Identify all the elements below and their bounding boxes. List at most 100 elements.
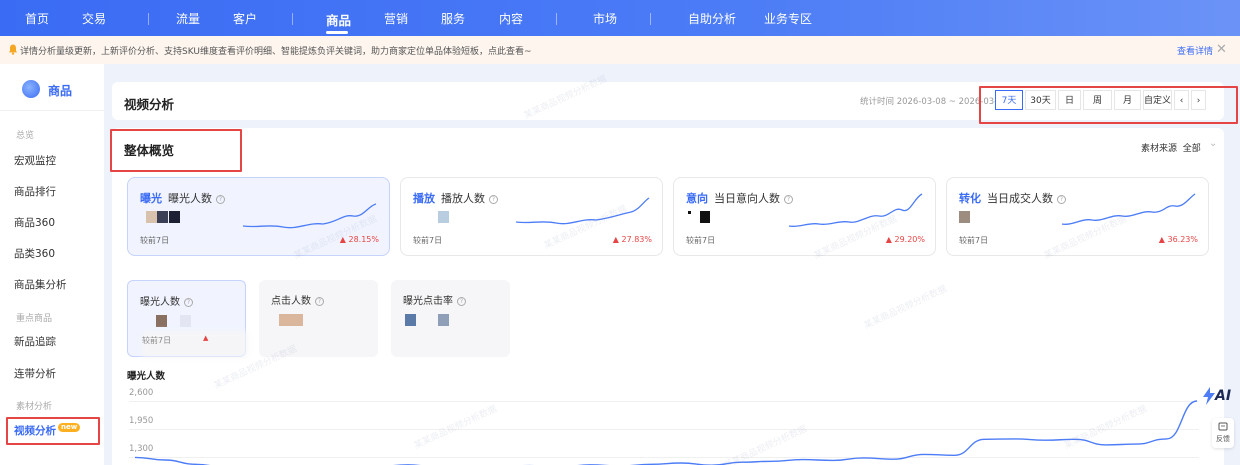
sidebar-item-new-track[interactable]: 新品追踪 [14, 334, 56, 349]
ai-assistant-button[interactable]: AI [1202, 385, 1234, 409]
metric-tag: 播放 [413, 192, 435, 205]
value-swatch [169, 211, 180, 223]
metric-label-text: 曝光人数 [168, 192, 212, 205]
nav-item[interactable]: 服务 [441, 10, 465, 27]
sparkline [242, 203, 377, 229]
value-swatch [405, 314, 416, 326]
sidebar: 商品 总览 宏观监控 商品排行 商品360 品类360 商品集分析 重点商品 新… [0, 64, 104, 465]
metric-label-text: 当日成交人数 [987, 192, 1053, 205]
data-point [1136, 443, 1138, 445]
help-icon[interactable]: ? [184, 298, 193, 307]
help-icon[interactable]: ? [489, 195, 498, 204]
metric-tag: 意向 [686, 192, 708, 205]
change-percent-value: 28.15% [348, 235, 379, 244]
data-point [771, 461, 773, 463]
metric-label: 曝光人数? [168, 190, 225, 206]
sub-metric-card-clicks[interactable]: 点击人数? [259, 280, 378, 357]
metric-card-3[interactable]: 意向 当日意向人数? 较前7日 ▲ 29.20% [673, 177, 936, 256]
sidebar-item-rank[interactable]: 商品排行 [14, 184, 56, 199]
nav-item[interactable]: 客户 [233, 10, 257, 27]
nav-item[interactable]: 自助分析 [688, 10, 736, 27]
data-point [1105, 444, 1107, 446]
value-swatch [959, 211, 970, 223]
data-point [1014, 438, 1016, 440]
data-point [893, 458, 895, 460]
top-nav: 首页 交易 流量 客户 商品 营销 服务 内容 市场 自助分析 业务专区 [0, 0, 1240, 36]
sparkline [515, 197, 650, 225]
sparkline [1061, 193, 1196, 225]
value-swatch [700, 211, 710, 223]
nav-item[interactable]: 首页 [25, 10, 49, 27]
chevron-down-icon[interactable]: ⌄ [1209, 138, 1217, 149]
up-arrow-icon: ▲ [203, 334, 209, 342]
highlight-box-overview [110, 129, 242, 172]
data-point [1045, 439, 1047, 441]
help-icon[interactable]: ? [315, 297, 324, 306]
sidebar-item-macro[interactable]: 宏观监控 [14, 153, 56, 168]
nav-item[interactable]: 市场 [593, 10, 617, 27]
data-point [1196, 400, 1198, 402]
sidebar-item-bundle[interactable]: 连带分析 [14, 366, 56, 381]
metric-label: 当日成交人数? [987, 190, 1066, 206]
nav-active-indicator [326, 31, 348, 34]
sub-metric-card-ctr[interactable]: 曝光点击率? [391, 280, 510, 357]
bell-icon [8, 44, 18, 55]
metric-card-1[interactable]: 曝光 曝光人数? 较前7日 ▲ 28.15% [127, 177, 390, 256]
data-point [862, 457, 864, 459]
help-icon[interactable]: ? [457, 297, 466, 306]
sub-metric-card-exposure[interactable]: 曝光人数? 较前7日 ▲ [127, 280, 247, 357]
metric-card-2[interactable]: 播放 播放人数? 较前7日 ▲ 27.83% [400, 177, 663, 256]
data-point [923, 454, 925, 456]
sub-compare-label: 较前7日 [142, 336, 172, 345]
sidebar-item-category-360[interactable]: 品类360 [14, 246, 55, 261]
change-percent-value: 36.23% [1167, 235, 1198, 244]
data-point [984, 439, 986, 441]
data-point [954, 455, 956, 457]
value-swatch [279, 314, 303, 326]
data-point [1075, 439, 1077, 441]
feedback-button[interactable]: 反馈 [1212, 418, 1234, 448]
value-swatch [146, 211, 157, 223]
nav-item[interactable]: 流量 [176, 10, 200, 27]
material-source-value: 全部 [1182, 144, 1201, 154]
sub-metric-label-text: 曝光点击率 [403, 296, 453, 307]
value-swatch [688, 211, 691, 214]
value-swatch [180, 315, 191, 327]
sidebar-item-product-set[interactable]: 商品集分析 [14, 277, 67, 292]
change-percent-value: 29.20% [894, 235, 925, 244]
sparkline-path [788, 193, 923, 228]
nav-item[interactable]: 交易 [82, 10, 106, 27]
data-point [741, 461, 743, 463]
feedback-label: 反馈 [1216, 435, 1230, 443]
sparkline-path [1061, 193, 1196, 225]
nav-item[interactable]: 商品 [326, 10, 351, 29]
highlight-box-sidebar [6, 417, 100, 445]
sub-metric-label-text: 曝光人数 [140, 297, 180, 308]
help-icon[interactable]: ? [216, 195, 225, 204]
material-source-select[interactable]: 素材来源 全部 [1141, 141, 1201, 154]
compare-label: 较前7日 [140, 236, 170, 245]
sidebar-divider [0, 110, 104, 111]
sub-metric-label-text: 点击人数 [271, 296, 311, 307]
nav-item[interactable]: 业务专区 [764, 10, 812, 27]
change-percent: ▲ 29.20% [886, 235, 925, 244]
change-percent: ▲ 28.15% [340, 235, 379, 244]
metric-label: 播放人数? [441, 190, 498, 206]
change-percent: ▲ 36.23% [1159, 235, 1198, 244]
metric-label-text: 播放人数 [441, 192, 485, 205]
nav-item[interactable]: 内容 [499, 10, 523, 27]
close-icon[interactable]: ✕ [1216, 42, 1227, 57]
material-source-label: 素材来源 [1141, 144, 1178, 154]
page-title: 视频分析 [124, 97, 175, 112]
data-point [1166, 438, 1168, 440]
feedback-icon [1218, 422, 1228, 431]
compare-label: 较前7日 [959, 236, 989, 245]
nav-item[interactable]: 营销 [384, 10, 408, 27]
sidebar-item-product-360[interactable]: 商品360 [14, 215, 55, 230]
sub-metric-label: 点击人数? [271, 292, 324, 307]
view-details-link[interactable]: 查看详情 [1177, 44, 1213, 57]
metric-card-4[interactable]: 转化 当日成交人数? 较前7日 ▲ 36.23% [946, 177, 1209, 256]
metric-label-text: 当日意向人数 [714, 192, 780, 205]
value-swatch [156, 315, 167, 327]
sub-metric-label: 曝光人数? [140, 293, 193, 308]
